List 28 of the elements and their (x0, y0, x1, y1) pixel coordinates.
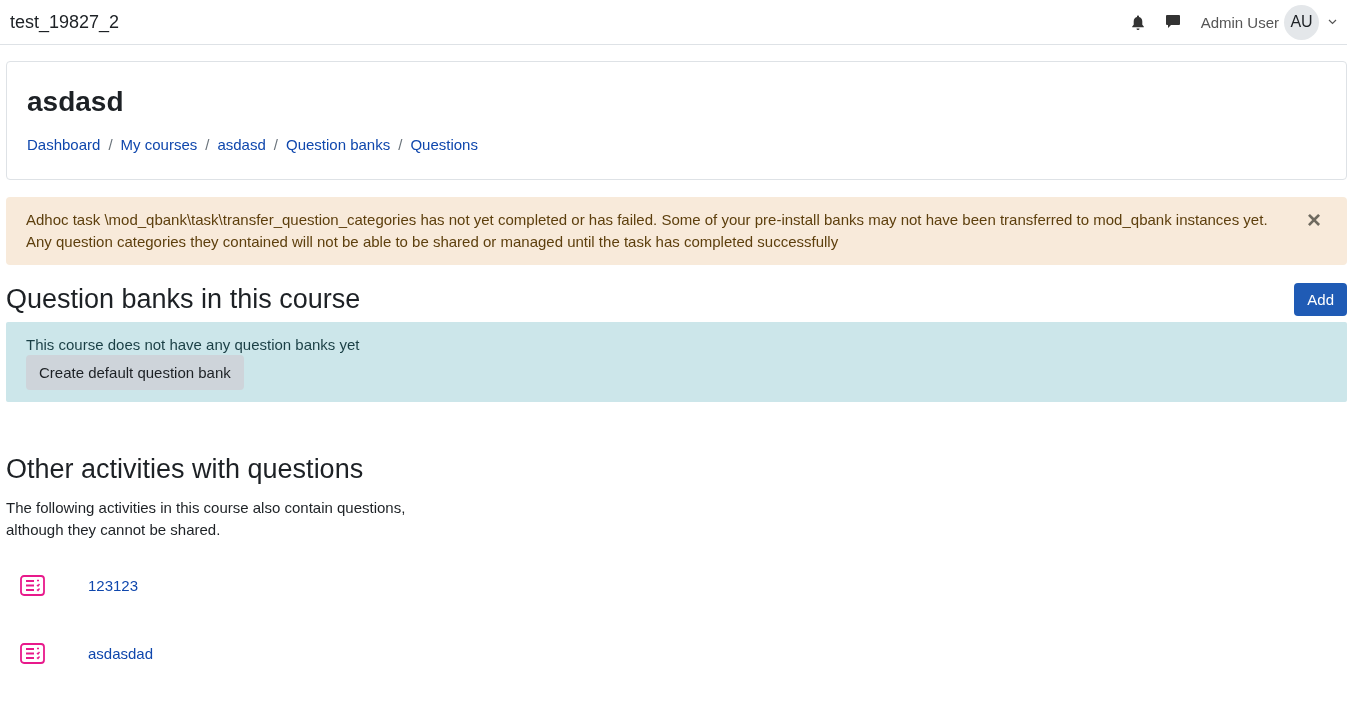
breadcrumb-link[interactable]: Question banks (285, 136, 391, 153)
chat-icon[interactable] (1164, 14, 1181, 30)
section-description: The following activities in this course also contain questions, although they cannot be shared. (6, 498, 407, 540)
quiz-icon (20, 574, 45, 596)
create-bank-button[interactable]: Create default question bank (26, 355, 244, 390)
close-button[interactable]: × (1301, 209, 1327, 231)
breadcrumb-link[interactable]: asdasd (217, 136, 266, 153)
course-title: asdasd (27, 86, 125, 118)
quiz-icon (20, 642, 45, 664)
section-heading: Other activities with questions (6, 454, 365, 485)
breadcrumb-link[interactable]: Dashboard (27, 136, 101, 153)
user-name[interactable]: Admin User (1200, 13, 1279, 31)
breadcrumb-separator: / (273, 136, 278, 153)
user-avatar[interactable]: AU (1284, 4, 1319, 40)
site-name-link[interactable]: test_19827_2 (10, 11, 120, 33)
activity-link[interactable]: 123123 (88, 576, 139, 594)
breadcrumb-separator: / (205, 136, 210, 153)
breadcrumb-link[interactable]: My courses (120, 136, 198, 153)
bell-icon[interactable] (1130, 14, 1145, 30)
add-button[interactable]: Add (1294, 283, 1347, 316)
caret-icon[interactable] (1328, 19, 1337, 25)
breadcrumb-link[interactable]: Questions (410, 136, 478, 153)
warning-message: Adhoc task \mod_qbank\task\transfer_question_categories has not yet completed or has failed. Some of your pre-install banks may not have been transferred to mod_qbank instances yet. Any question categories they contained will not be able to be shared or managed until the task has completed successfully (26, 210, 1269, 252)
info-message: This course does not have any question banks yet (26, 336, 361, 353)
breadcrumb-separator: / (398, 136, 403, 153)
breadcrumb-separator: / (108, 136, 113, 153)
section-heading: Question banks in this course (6, 284, 361, 315)
activity-link[interactable]: asdasdad (88, 644, 154, 662)
